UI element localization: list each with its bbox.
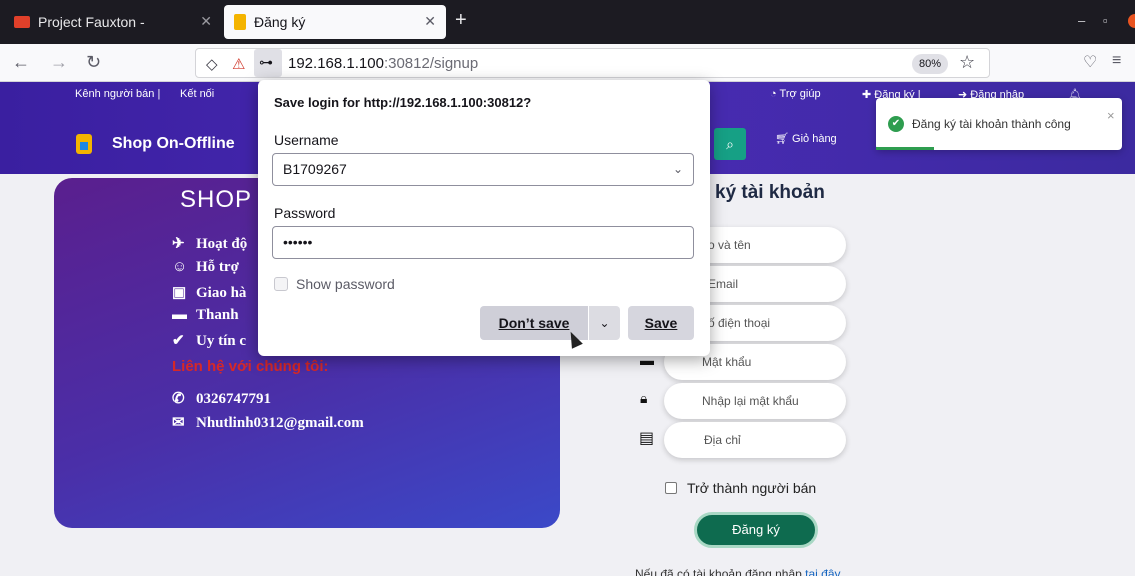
seller-channel-link[interactable]: Kênh người bán | bbox=[75, 88, 160, 100]
hamburger-menu-icon[interactable]: ≡ bbox=[1112, 52, 1121, 70]
tab-title: Đăng ký bbox=[254, 14, 306, 30]
tab-title: Project Fauxton - bbox=[38, 14, 145, 30]
confirm-password-field[interactable]: Nhập lại mật khẩu bbox=[664, 383, 846, 419]
zoom-level-badge[interactable]: 80% bbox=[912, 54, 948, 74]
checkbox-box[interactable] bbox=[274, 277, 288, 291]
contact-phone: ✆ 0326747791 bbox=[172, 391, 271, 407]
brand[interactable]: Shop On-Offline bbox=[76, 134, 235, 154]
forward-arrow-icon[interactable]: → bbox=[50, 52, 68, 73]
username-label: Username bbox=[274, 132, 339, 148]
address-bar[interactable]: ◇ ⚠ ⊶ 192.168.1.100:30812/signup 80% ☆ bbox=[195, 48, 990, 78]
checkbox-box[interactable] bbox=[665, 482, 677, 494]
show-password-checkbox[interactable]: Show password bbox=[274, 276, 395, 292]
form-title: ký tài khoản bbox=[715, 182, 825, 203]
brand-name: Shop On-Offline bbox=[112, 135, 235, 152]
promo-item: ✈ Hoạt độ bbox=[172, 236, 248, 252]
search-icon: ⌕ bbox=[726, 136, 734, 152]
save-button[interactable]: Save bbox=[628, 306, 694, 340]
key-icon[interactable]: ⊶ bbox=[254, 49, 282, 77]
check-circle-icon: ✔ bbox=[172, 333, 185, 349]
reload-icon[interactable]: ↻ bbox=[86, 52, 101, 73]
credit-card-icon: ▬ bbox=[172, 307, 187, 323]
insecure-lock-icon[interactable]: ⚠ bbox=[232, 55, 245, 73]
chevron-down-icon: ⌄ bbox=[599, 316, 610, 330]
password-label: Password bbox=[274, 205, 336, 221]
pocket-icon[interactable]: ♡ bbox=[1083, 52, 1097, 72]
fauxton-favicon-icon bbox=[14, 16, 30, 28]
minimize-window-icon[interactable]: – bbox=[1078, 13, 1085, 28]
toast-close-icon[interactable]: × bbox=[1107, 108, 1115, 123]
new-tab-button[interactable]: + bbox=[455, 9, 467, 32]
success-check-icon: ✔ bbox=[888, 116, 904, 132]
close-window-icon[interactable] bbox=[1128, 14, 1135, 28]
username-input[interactable]: B1709267 ⌄ bbox=[272, 153, 694, 186]
browser-tab-bar: Project Fauxton - ✕ Đăng ký ✕ + – ▫ bbox=[0, 0, 1135, 44]
truck-icon: ▣ bbox=[172, 285, 187, 301]
success-toast: ✔ Đăng ký tài khoản thành công × bbox=[876, 98, 1122, 150]
search-button[interactable]: ⌕ bbox=[714, 128, 746, 160]
contact-email: ✉ Nhutlinh0312@gmail.com bbox=[172, 415, 364, 431]
toast-progress-bar bbox=[876, 147, 934, 150]
phone-icon: ✆ bbox=[172, 391, 185, 407]
tab-project-fauxton[interactable]: Project Fauxton - ✕ bbox=[4, 5, 222, 39]
login-hint: Nếu đã có tài khoản đăng nhập tại đây bbox=[635, 567, 841, 576]
promo-item: ☺ Hỗ trợ bbox=[172, 259, 239, 275]
contact-heading: Liên hệ với chúng tôi: bbox=[172, 358, 329, 375]
chevron-down-icon[interactable]: ⌄ bbox=[673, 154, 683, 185]
more-options-dropdown[interactable]: ⌄ bbox=[589, 306, 620, 340]
seller-checkbox-label: Trở thành người bán bbox=[687, 480, 817, 496]
url-text[interactable]: 192.168.1.100:30812/signup bbox=[288, 55, 478, 72]
connect-link[interactable]: Kết nối bbox=[180, 88, 214, 100]
close-tab-icon[interactable]: ✕ bbox=[424, 13, 436, 30]
rocket-icon: ✈ bbox=[172, 236, 185, 252]
promo-item: ▣ Giao hà bbox=[172, 285, 247, 301]
save-login-popup: Save login for http://192.168.1.100:3081… bbox=[258, 80, 710, 356]
popup-title: Save login for http://192.168.1.100:3081… bbox=[274, 95, 532, 110]
seller-checkbox[interactable]: Trở thành người bán bbox=[665, 480, 816, 496]
maximize-window-icon[interactable]: ▫ bbox=[1103, 13, 1108, 28]
cart-icon: 🛒︎ bbox=[775, 133, 789, 145]
shop-logo-icon bbox=[76, 134, 92, 154]
register-button[interactable]: Đăng ký bbox=[694, 512, 818, 548]
cart-link[interactable]: 🛒︎ Giỏ hàng bbox=[775, 132, 837, 145]
tab-dang-ky[interactable]: Đăng ký ✕ bbox=[224, 5, 446, 39]
lock-icon: 🔒︎ bbox=[640, 390, 648, 406]
promo-item: ✔ Uy tín c bbox=[172, 333, 246, 349]
shield-icon[interactable]: ◇ bbox=[206, 55, 218, 73]
help-link[interactable]: ◔ Trợ giúp bbox=[770, 88, 821, 100]
address-field[interactable]: Địa chỉ bbox=[664, 422, 846, 458]
browser-nav-bar: ← → ↻ ◇ ⚠ ⊶ 192.168.1.100:30812/signup 8… bbox=[0, 44, 1135, 82]
toast-message: Đăng ký tài khoản thành công bbox=[912, 117, 1071, 131]
handshake-icon: ☺ bbox=[172, 259, 188, 275]
show-password-label: Show password bbox=[296, 276, 395, 292]
shop-favicon-icon bbox=[234, 14, 246, 30]
back-arrow-icon[interactable]: ← bbox=[12, 52, 30, 73]
password-input[interactable]: •••••• bbox=[272, 226, 694, 259]
close-tab-icon[interactable]: ✕ bbox=[200, 13, 212, 30]
promo-title: SHOP bbox=[180, 186, 253, 213]
promo-item: ▬ Thanh bbox=[172, 307, 239, 323]
login-here-link[interactable]: tại đây bbox=[805, 567, 840, 576]
envelope-icon: ✉ bbox=[172, 415, 185, 431]
address-book-icon: ▤ bbox=[639, 430, 655, 447]
bookmark-star-icon[interactable]: ☆ bbox=[959, 52, 975, 73]
